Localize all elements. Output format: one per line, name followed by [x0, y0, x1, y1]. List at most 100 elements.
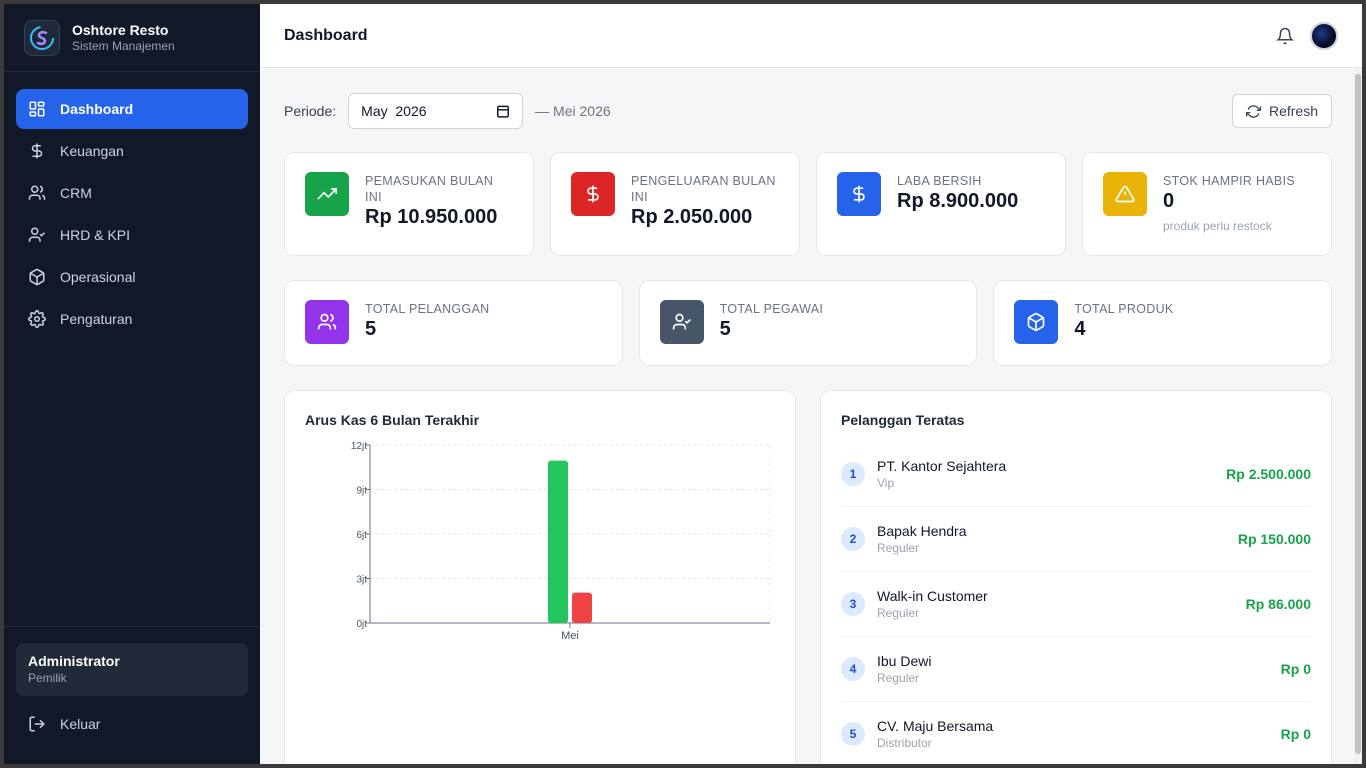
gear-icon — [28, 310, 46, 328]
customer-amount: Rp 2.500.000 — [1226, 466, 1311, 482]
sidebar-item-label: CRM — [60, 185, 92, 201]
list-item[interactable]: 1 PT. Kantor Sejahtera Vip Rp 2.500.000 — [841, 442, 1311, 507]
topbar: Dashboard — [260, 4, 1362, 68]
stat-card-stok: STOK HAMPIR HABIS 0 produk perlu restock — [1082, 152, 1332, 256]
box-icon — [1014, 300, 1059, 344]
y-tick-label: 6jt — [356, 530, 367, 541]
user-card: Administrator Pemilik — [16, 643, 248, 696]
main-area: Dashboard Periode: May 2026 — Mei 2026 R… — [260, 4, 1362, 764]
rank-badge: 5 — [841, 722, 865, 746]
stat-card-laba-bersih: LABA BERSIH Rp 8.900.000 — [816, 152, 1066, 256]
rank-badge: 4 — [841, 657, 865, 681]
customer-name: CV. Maju Bersama — [877, 717, 994, 734]
month-input-value: May 2026 — [361, 103, 427, 119]
stat-label: TOTAL PRODUK — [1074, 302, 1174, 316]
top-actions — [1276, 21, 1338, 50]
customer-type: Reguler — [877, 540, 920, 555]
refresh-button[interactable]: Refresh — [1231, 94, 1332, 128]
customer-name: Walk-in Customer — [877, 587, 988, 604]
refresh-label: Refresh — [1268, 103, 1318, 119]
brand-logo-icon — [24, 19, 60, 56]
bell-icon[interactable] — [1276, 27, 1294, 45]
stat-label: LABA BERSIH — [897, 174, 982, 188]
dollar-icon — [837, 172, 881, 216]
stat-value: 5 — [365, 318, 377, 340]
refresh-icon — [1245, 104, 1261, 118]
sidebar-nav: Dashboard Keuangan CRM HRD & KPI Operasi… — [4, 72, 260, 358]
month-input[interactable]: May 2026 — [348, 93, 524, 129]
stat-card-pemasukan: PEMASUKAN BULAN INI Rp 10.950.000 — [284, 152, 534, 256]
y-tick-label: 0jt — [356, 619, 367, 630]
sidebar: Oshtore Resto Sistem Manajemen Dashboard… — [4, 4, 260, 764]
list-item[interactable]: 4 Ibu Dewi Reguler Rp 0 — [841, 637, 1311, 702]
top-customers-panel: Pelanggan Teratas 1 PT. Kantor Sejahtera… — [820, 390, 1332, 764]
scrollbar-thumb[interactable] — [1355, 74, 1361, 754]
cashflow-title: Arus Kas 6 Bulan Terakhir — [305, 412, 480, 428]
brand-name: Oshtore Resto — [72, 21, 169, 38]
users-icon — [28, 185, 46, 200]
dashboard-content: Periode: May 2026 — Mei 2026 Refresh PEM… — [260, 68, 1362, 764]
stat-value: 4 — [1074, 318, 1086, 340]
app-window: Oshtore Resto Sistem Manajemen Dashboard… — [4, 4, 1362, 764]
brand: Oshtore Resto Sistem Manajemen — [4, 4, 260, 72]
logout-button[interactable]: Keluar — [16, 704, 248, 744]
customer-name: PT. Kantor Sejahtera — [877, 457, 1007, 474]
customer-amount: Rp 0 — [1280, 726, 1311, 742]
avatar[interactable] — [1310, 21, 1338, 50]
period-display: — Mei 2026 — [535, 103, 611, 119]
stat-value: 0 — [1163, 190, 1175, 212]
top-customers-list: 1 PT. Kantor Sejahtera Vip Rp 2.500.000 2… — [841, 442, 1311, 764]
stat-label: PENGELUARAN BULAN INI — [631, 174, 776, 204]
stat-note: produk perlu restock — [1163, 219, 1272, 233]
period-label: Periode: — [284, 103, 337, 119]
sidebar-item-pengaturan[interactable]: Pengaturan — [16, 299, 248, 339]
x-tick-label: Mei — [561, 630, 579, 642]
rank-badge: 2 — [841, 527, 865, 551]
customer-name: Ibu Dewi — [877, 652, 932, 669]
sidebar-item-label: Keuangan — [60, 143, 124, 159]
customer-type: Reguler — [877, 605, 920, 620]
brand-subtitle: Sistem Manajemen — [72, 38, 175, 53]
sidebar-item-label: Dashboard — [60, 101, 134, 117]
dollar-icon — [571, 172, 615, 216]
stats-bottom: TOTAL PELANGGAN 5 TOTAL PEGAWAI 5 TOTAL … — [284, 280, 1332, 366]
stat-value: Rp 10.950.000 — [365, 206, 498, 228]
scrollbar[interactable] — [1354, 68, 1362, 764]
list-item[interactable]: 3 Walk-in Customer Reguler Rp 86.000 — [841, 572, 1311, 637]
customer-type: Vip — [877, 475, 895, 490]
bar — [572, 592, 592, 623]
customer-amount: Rp 0 — [1280, 661, 1311, 677]
top-customers-title: Pelanggan Teratas — [841, 412, 965, 428]
logout-label: Keluar — [60, 716, 101, 732]
customer-name: Bapak Hendra — [877, 522, 967, 539]
box-icon — [29, 268, 45, 286]
calendar-icon[interactable] — [496, 104, 510, 118]
bar — [548, 460, 568, 623]
sidebar-item-label: Operasional — [60, 269, 136, 285]
panels: Arus Kas 6 Bulan Terakhir 0jt 3jt 6jt 9jt 12… — [284, 390, 1332, 764]
rank-badge: 1 — [841, 462, 865, 486]
stat-value: 5 — [719, 318, 731, 340]
cashflow-chart: 0jt 3jt 6jt 9jt 12jt Mei — [351, 441, 771, 642]
stat-card-total-produk: TOTAL PRODUK 4 — [993, 280, 1332, 366]
list-item[interactable]: 2 Bapak Hendra Reguler Rp 150.000 — [841, 507, 1311, 572]
stat-label: STOK HAMPIR HABIS — [1163, 174, 1295, 188]
dashboard-icon — [29, 101, 45, 117]
stat-card-pengeluaran: PENGELUARAN BULAN INI Rp 2.050.000 — [550, 152, 800, 256]
customer-amount: Rp 86.000 — [1245, 596, 1311, 612]
dollar-icon — [31, 143, 43, 159]
sidebar-item-dashboard[interactable]: Dashboard — [16, 89, 248, 129]
sidebar-item-keuangan[interactable]: Keuangan — [16, 131, 248, 171]
trending-up-icon — [305, 172, 349, 216]
sidebar-item-operasional[interactable]: Operasional — [16, 257, 248, 297]
user-check-icon — [659, 300, 704, 344]
user-role: Pemilik — [28, 671, 67, 685]
sidebar-item-crm[interactable]: CRM — [16, 173, 248, 213]
sidebar-item-hrd-kpi[interactable]: HRD & KPI — [16, 215, 248, 255]
user-check-icon — [28, 227, 46, 242]
stats-top: PEMASUKAN BULAN INI Rp 10.950.000 PENGEL… — [284, 152, 1332, 256]
y-tick-label: 12jt — [351, 442, 367, 452]
sidebar-item-label: Pengaturan — [60, 311, 133, 327]
list-item[interactable]: 5 CV. Maju Bersama Distributor Rp 0 — [841, 702, 1311, 764]
stat-value: Rp 8.900.000 — [897, 190, 1019, 212]
